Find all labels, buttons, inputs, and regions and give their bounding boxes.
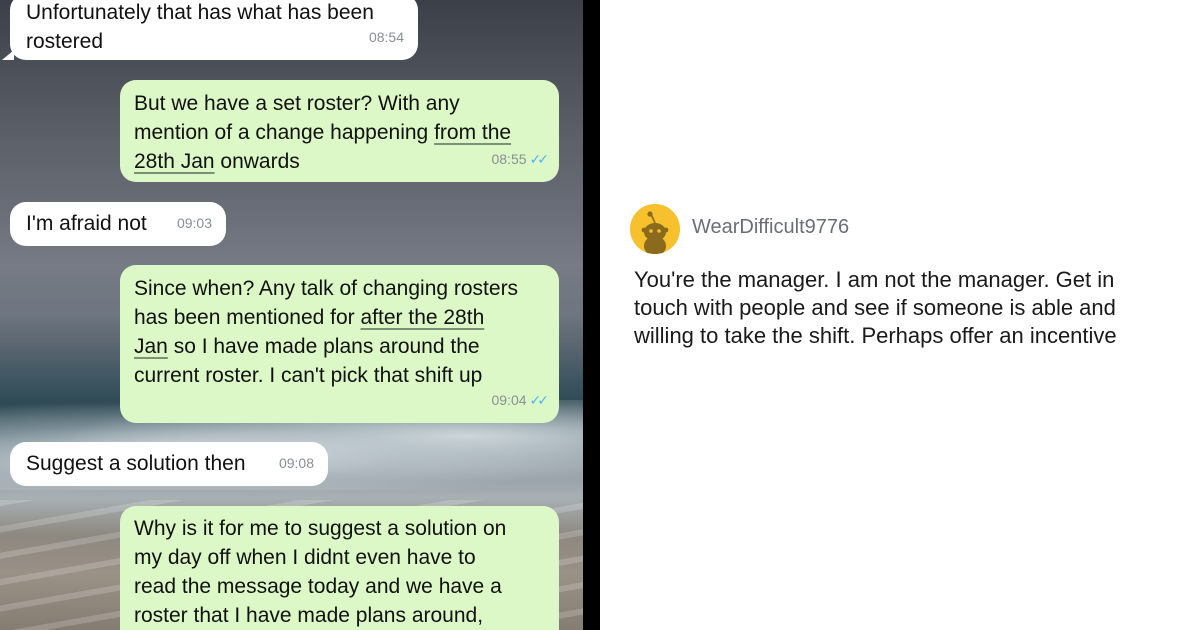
comment-body: You're the manager. I am not the manager… [634,267,1117,348]
message-text: Why is it for me to suggest a solution o… [134,517,507,627]
chat-message-outgoing[interactable]: But we have a set roster? With any menti… [120,80,559,182]
read-receipt-icon: ✓✓ [529,151,550,167]
reddit-comment: WearDifficult9776 You're the manager. I … [600,0,1200,630]
reddit-snoo-icon[interactable] [630,204,680,254]
message-text: Since when? Any talk of changing rosters… [134,277,519,387]
chat-message-incoming[interactable]: Unfortunately that has what has been ros… [10,0,418,60]
panel-divider [583,0,600,630]
chat-panel: Unfortunately that has what has been ros… [0,0,583,630]
message-time: 08:55 ✓✓ [491,151,550,167]
message-time: 09:03 [176,215,212,231]
message-text: But we have a set roster? With any menti… [134,92,512,173]
comment-username[interactable]: WearDifficult9776 [692,216,849,239]
bubble-tail [2,50,14,60]
message-time: 08:54 [368,29,404,45]
message-time: 09:04 ✓✓ [491,392,550,408]
message-text: Suggest a solution then [26,452,246,475]
message-time: 09:08 [278,455,314,471]
message-text: Unfortunately that has what has been ros… [26,1,374,53]
chat-message-outgoing[interactable]: Why is it for me to suggest a solution o… [120,506,559,630]
chat-message-incoming[interactable]: Suggest a solution then 09:08 [10,442,328,486]
read-receipt-icon: ✓✓ [529,392,550,408]
chat-message-incoming[interactable]: I'm afraid not 09:03 [10,202,226,246]
chat-message-outgoing[interactable]: Since when? Any talk of changing rosters… [120,265,559,423]
